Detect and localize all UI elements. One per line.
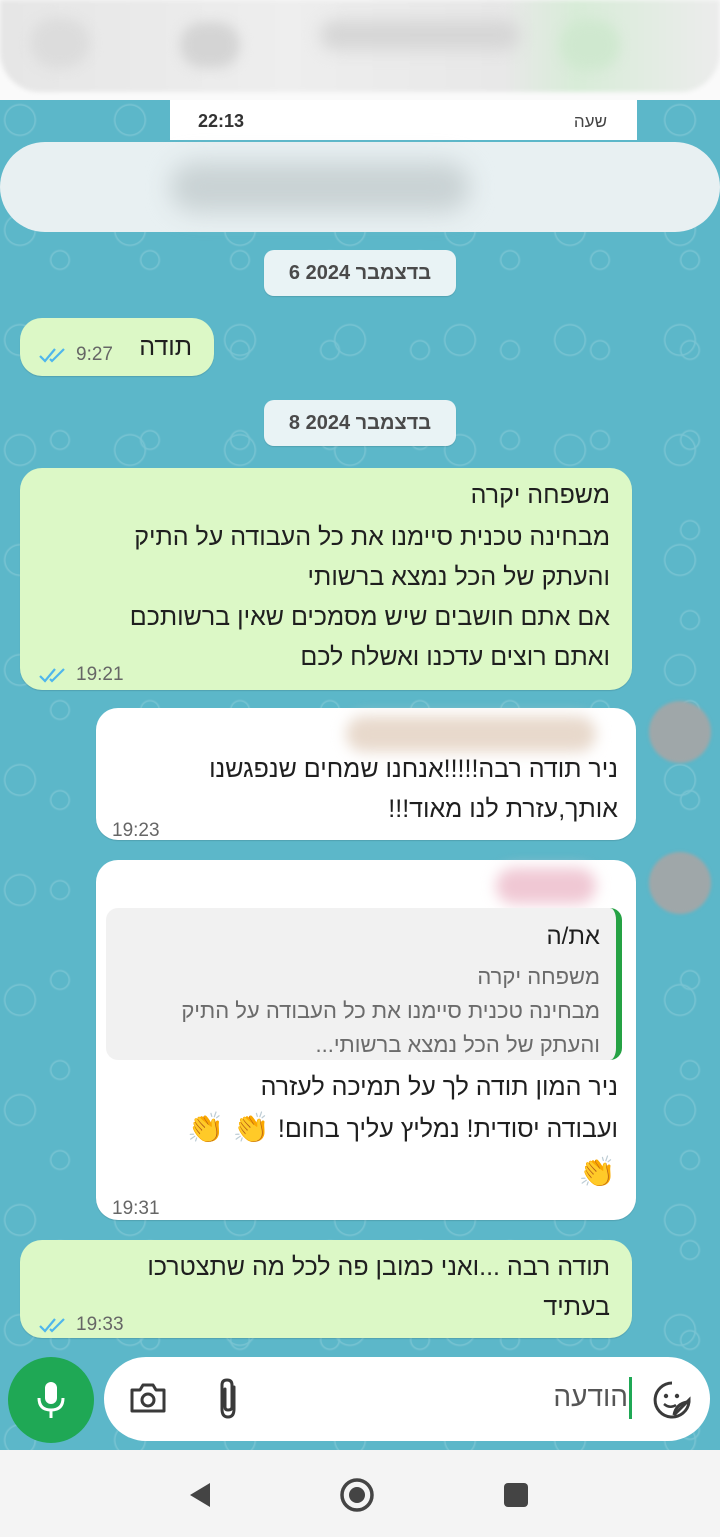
sender-avatar[interactable]	[649, 852, 711, 914]
message-bubble-incoming[interactable]: את/ה משפחה יקרה מבחינה טכנית סיימנו את כ…	[96, 860, 636, 1220]
date-chip: 8 בדצמבר 2024	[264, 400, 456, 446]
message-text: תודה	[139, 333, 192, 361]
chat-area[interactable]: 22:13 שעה 6 בדצמבר 2024 תודה 9:27 8 בדצמ…	[0, 100, 720, 1450]
message-line: אם אתם חושבים שיש מסמכים שאין ברשותכם	[129, 603, 610, 631]
message-line: תודה רבה ...ואני כמובן פה לכל מה שתצטרכו	[147, 1253, 610, 1281]
voice-record-button[interactable]	[8, 1357, 94, 1443]
message-meta: 9:27	[38, 336, 113, 374]
message-time: 19:23	[112, 820, 160, 841]
text-cursor	[629, 1377, 632, 1419]
message-line-with-emoji: ועבודה יסודית! נמליץ עליך בחום! 👏 👏	[187, 1110, 618, 1148]
message-bubble-outgoing[interactable]: משפחה יקרה מבחינה טכנית סיימנו את כל העב…	[20, 468, 632, 690]
message-meta: 19:23	[112, 812, 160, 850]
system-nav-bar	[0, 1450, 720, 1537]
message-line: ועבודה יסודית! נמליץ עליך בחום!	[277, 1115, 618, 1143]
message-line: משפחה יקרה	[470, 481, 610, 509]
message-line: ואתם רוצים עדכנו ואשלח לכם	[300, 643, 610, 671]
time-banner: 22:13 שעה	[170, 100, 637, 140]
back-icon[interactable]	[186, 1480, 214, 1510]
message-input[interactable]: הודעה	[553, 1381, 628, 1413]
microphone-icon	[37, 1382, 65, 1418]
quote-line: משפחה יקרה	[477, 964, 600, 989]
message-time: 19:33	[76, 1314, 124, 1335]
clapping-hands-emoji: 👏	[578, 1156, 616, 1189]
blurred-sender-name	[496, 868, 596, 904]
recents-icon[interactable]	[502, 1481, 530, 1509]
message-line: והעתק של הכל נמצא ברשותי	[307, 563, 610, 591]
home-icon[interactable]	[338, 1476, 376, 1514]
camera-icon[interactable]	[128, 1381, 168, 1415]
clapping-hands-emoji: 👏	[232, 1112, 270, 1145]
message-time: 19:21	[76, 664, 124, 685]
quote-author: את/ה	[546, 923, 600, 950]
blurred-avatar[interactable]	[180, 22, 240, 68]
message-time: 9:27	[76, 344, 113, 365]
quoted-message[interactable]: את/ה משפחה יקרה מבחינה טכנית סיימנו את כ…	[106, 908, 622, 1060]
message-line: ניר המון תודה לך על תמיכה לעזרה	[260, 1073, 618, 1101]
blurred-contact-name[interactable]	[320, 20, 520, 50]
blurred-call-icon[interactable]	[560, 20, 620, 70]
blurred-sender-name	[346, 716, 596, 752]
message-line: אותך,עזרת לנו מאוד!!!	[388, 795, 618, 823]
sticker-icon[interactable]	[652, 1380, 692, 1420]
message-bubble-outgoing[interactable]: תודה 9:27	[20, 318, 214, 376]
date-chip: 6 בדצמבר 2024	[264, 250, 456, 296]
clapping-hands-emoji: 👏	[187, 1112, 225, 1145]
top-app-bar	[0, 0, 720, 100]
message-meta: 19:31	[112, 1190, 160, 1228]
blurred-back-icon[interactable]	[30, 18, 90, 68]
message-bubble-incoming[interactable]: ניר תודה רבה!!!!!אנחנו שמחים שנפגשנו אות…	[96, 708, 636, 841]
paperclip-icon[interactable]	[214, 1377, 244, 1421]
sender-avatar[interactable]	[649, 701, 711, 763]
time-label: שעה	[573, 112, 607, 131]
blurred-banner	[0, 142, 720, 232]
message-line: ניר תודה רבה!!!!!אנחנו שמחים שנפגשנו	[209, 755, 618, 783]
message-line: בעתיד	[543, 1293, 610, 1321]
message-bubble-outgoing[interactable]: תודה רבה ...ואני כמובן פה לכל מה שתצטרכו…	[20, 1240, 632, 1338]
quote-line: מבחינה טכנית סיימנו את כל העבודה על התיק	[181, 998, 600, 1023]
read-receipt-icon	[39, 348, 65, 363]
read-receipt-icon	[39, 668, 65, 683]
read-receipt-icon	[39, 1318, 65, 1333]
message-composer[interactable]: הודעה	[104, 1357, 710, 1441]
quote-line: והעתק של הכל נמצא ברשותי...	[315, 1032, 601, 1057]
message-meta: 19:33	[38, 1306, 124, 1344]
clock-time: 22:13	[198, 111, 245, 131]
message-meta: 19:21	[38, 656, 124, 694]
message-time: 19:31	[112, 1198, 160, 1219]
message-line: מבחינה טכנית סיימנו את כל העבודה על התיק	[134, 523, 610, 551]
